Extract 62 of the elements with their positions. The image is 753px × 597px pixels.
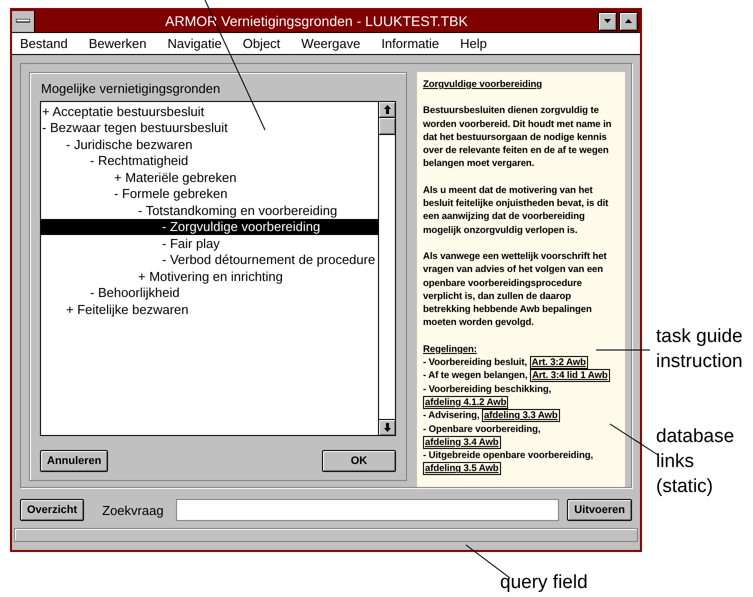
up-triangle-icon — [625, 19, 632, 23]
tree-item[interactable]: - Formele gebreken — [41, 186, 378, 202]
tree-item[interactable]: - Zorgvuldige voorbereiding — [41, 218, 378, 235]
overview-button[interactable]: Overzicht — [20, 499, 84, 521]
database-link[interactable]: afdeling 4.1.2 Awb — [423, 396, 508, 409]
run-button[interactable]: Uitvoeren — [567, 499, 632, 521]
rule-text: - Voorbereiding besluit, — [423, 357, 528, 368]
menu-item[interactable]: Navigatie — [168, 36, 222, 51]
info-paragraph: Als vanwege een wettelijk voorschrift het vragen van advies of het volgen van een openbare voorbereidingsprocedure verplicht is, dan zullen de daarop betrekking hebbende Awb bepalingen moeten worden gevolgd. — [423, 250, 608, 330]
database-link[interactable]: Art. 3:4 lid 1 Awb — [530, 369, 610, 382]
info-title: Zorgvuldige voorbereiding — [423, 78, 544, 92]
menu-item[interactable]: Bestand — [20, 36, 68, 51]
cancel-button[interactable]: Annuleren — [40, 450, 108, 472]
minus-icon — [16, 19, 30, 23]
scroll-thumb[interactable] — [379, 118, 395, 135]
tree-item[interactable]: - Totstandkoming en voorbereiding — [41, 202, 378, 218]
minimize-button[interactable] — [598, 12, 617, 30]
leader-line — [610, 424, 658, 456]
database-link[interactable]: afdeling 3.4 Awb — [423, 436, 501, 449]
tree-item[interactable]: - Behoorlijkheid — [41, 284, 378, 301]
scrollbar[interactable] — [378, 102, 395, 435]
group-title: Mogelijke vernietigingsgronden — [41, 81, 222, 96]
database-link[interactable]: afdeling 3.5 Awb — [423, 462, 501, 476]
rules-heading: Regelingen: — [423, 342, 478, 356]
tree-item[interactable]: - Verbod détournement de procedure — [41, 252, 378, 268]
system-menu-button[interactable] — [12, 10, 35, 32]
rule-text: - Openbare voorbereiding, — [423, 424, 540, 435]
info-paragraph: Bestuursbesluiten dienen zorgvuldig te worden voorbereid. Dit houdt met name in dat het bestuursorgaan de nodige kennis over de relevante feiten en de af te wegen belangen moet vergaren. — [423, 104, 612, 171]
annotation-label: task guide instruction — [656, 325, 744, 374]
menu-item[interactable]: Weergave — [301, 36, 360, 51]
rule-text: - Uitgebreide openbare voorbereiding, — [423, 450, 594, 462]
tree-item[interactable]: - Fair play — [41, 235, 378, 252]
database-link[interactable]: afdeling 3.3 Awb — [482, 409, 560, 422]
maximize-button[interactable] — [619, 12, 638, 30]
ok-button[interactable]: OK — [322, 450, 396, 472]
tree-item[interactable]: + Materiële gebreken — [41, 169, 378, 186]
menu-item[interactable]: Help — [460, 36, 487, 51]
menu-item[interactable]: Object — [242, 36, 280, 51]
tree-item[interactable]: + Feitelijke bezwaren — [41, 301, 378, 318]
menu-item[interactable]: Informatie — [381, 36, 440, 51]
annotation-label: query field — [500, 571, 588, 595]
tree-item[interactable]: - Rechtmatigheid — [41, 152, 378, 169]
down-arrow-icon — [384, 423, 390, 432]
tree-item[interactable]: - Juridische bezwaren — [41, 136, 378, 152]
up-arrow-icon — [384, 105, 390, 114]
tree-item[interactable]: + Acceptatie bestuursbesluit — [41, 103, 378, 120]
leader-line — [466, 544, 510, 578]
tree-item[interactable]: - Bezwaar tegen bestuursbesluit — [41, 120, 378, 136]
menu-item[interactable]: Bewerken — [88, 36, 147, 51]
database-link[interactable]: Art. 3:2 Awb — [530, 356, 588, 370]
down-triangle-icon — [604, 19, 611, 23]
scroll-up-button[interactable] — [379, 102, 395, 118]
tree-item[interactable]: + Motivering en inrichting — [41, 268, 378, 284]
query-field[interactable] — [176, 499, 560, 521]
scroll-down-button[interactable] — [379, 419, 395, 435]
query-label: Zoekvraag — [102, 502, 164, 518]
rule-text: - Voorbereiding beschikking, — [423, 384, 552, 395]
annotation-label: database links (static) — [656, 425, 736, 499]
info-paragraph: Als u meent dat de motivering van het besluit feitelijke onjuistheden bevat, is dit een aanwijzing dat de voorbereiding mogelijk onzorgvuldig verlopen is. — [423, 184, 610, 237]
rule-text: - Af te wegen belangen, — [423, 370, 528, 382]
window-title: ARMOR Vernietigingsgronden - LUUKTEST.TBK — [164, 13, 469, 29]
rule-text: - Advisering, — [423, 410, 480, 422]
